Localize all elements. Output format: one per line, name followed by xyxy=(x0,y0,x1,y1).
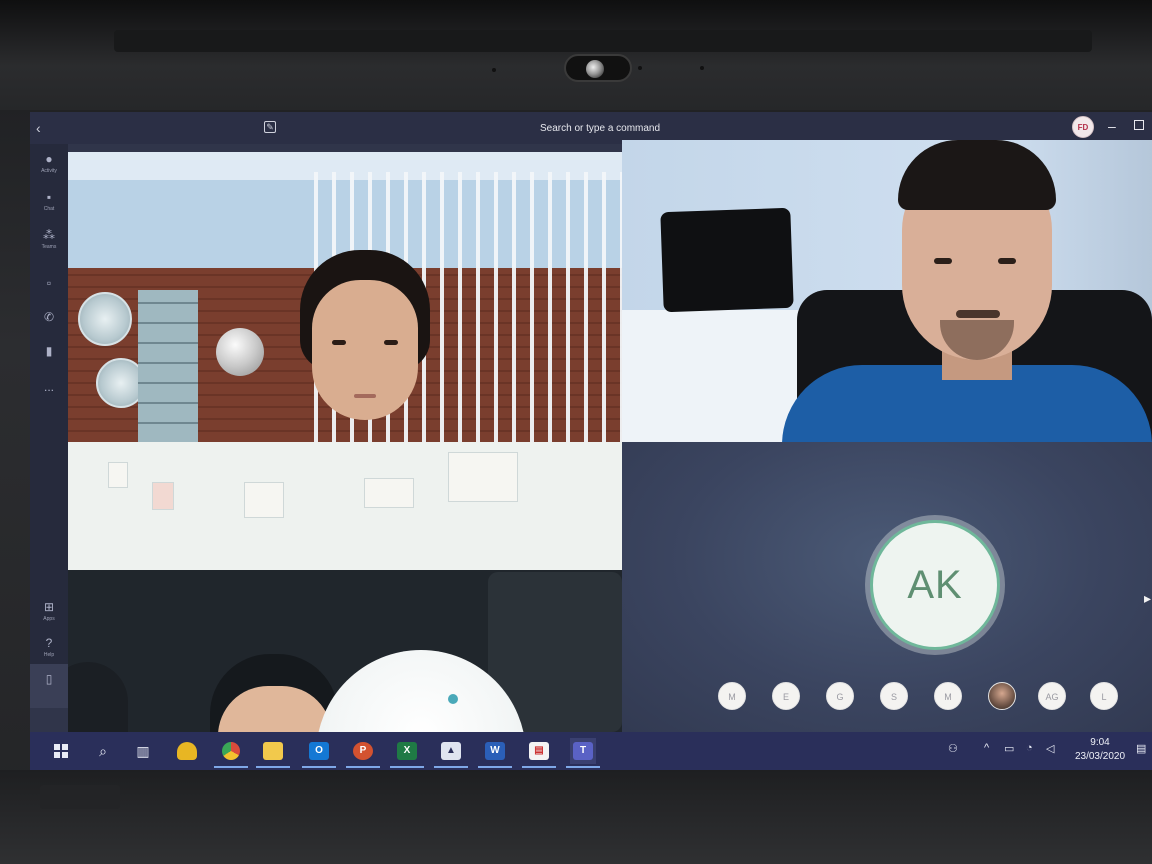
sensor-dot xyxy=(638,66,642,70)
file-explorer-icon[interactable] xyxy=(260,738,286,764)
participant-face xyxy=(312,280,418,420)
task-view-icon[interactable]: ▥ xyxy=(130,738,156,764)
phone-icon: ✆ xyxy=(43,310,55,324)
scene-plate xyxy=(78,292,132,346)
scene-pillow xyxy=(660,207,794,313)
help-icon: ? xyxy=(45,636,53,650)
participant-eye xyxy=(332,340,346,345)
active-indicator xyxy=(434,766,468,768)
back-arrow-icon[interactable]: ‹ xyxy=(36,120,41,136)
participant-mustache xyxy=(956,310,1000,318)
scene-paper xyxy=(448,452,518,502)
laptop-logo xyxy=(40,785,120,809)
active-indicator xyxy=(478,766,512,768)
rail-item-teams[interactable]: ⁂ Teams xyxy=(30,220,68,264)
scene-disco-ball xyxy=(216,328,264,376)
participant-eye xyxy=(998,258,1016,264)
scene-glass-blocks xyxy=(138,290,198,442)
active-indicator xyxy=(302,766,336,768)
roster-avatar[interactable]: M xyxy=(718,682,746,710)
scene-paper xyxy=(108,462,128,488)
active-indicator xyxy=(566,766,600,768)
photos-icon[interactable]: ▲ xyxy=(438,738,464,764)
teams-icon[interactable]: T xyxy=(570,738,596,764)
phone-device-icon: ▯ xyxy=(45,672,53,686)
volume-icon[interactable]: ◁ xyxy=(1046,742,1054,755)
sensor-dot xyxy=(700,66,704,70)
chat-icon: ▪ xyxy=(46,190,52,204)
sensor-dot xyxy=(492,68,496,72)
clock-time: 9:04 xyxy=(1090,737,1110,748)
excel-icon[interactable]: X xyxy=(394,738,420,764)
roster-avatar[interactable]: S xyxy=(880,682,908,710)
participant-mouth xyxy=(354,394,376,398)
teams-icon: ⁂ xyxy=(43,228,55,242)
bell-icon: ● xyxy=(45,152,53,166)
roster-next-arrow-icon[interactable]: ▸ xyxy=(1144,590,1151,607)
search-command-box[interactable]: Search or type a command xyxy=(540,123,740,134)
app-rail: ● Activity ▪ Chat ⁂ Teams ▫ ✆ ▮ ... ⊞ Ap… xyxy=(30,144,68,708)
roster-avatar[interactable]: L xyxy=(1090,682,1118,710)
active-indicator xyxy=(390,766,424,768)
word-icon[interactable]: W xyxy=(482,738,508,764)
pdf-icon[interactable]: ▤ xyxy=(526,738,552,764)
screen: ‹ ✎ Search or type a command FD – ● Acti… xyxy=(30,112,1152,770)
clock-date: 23/03/2020 xyxy=(1074,751,1126,762)
notification-bell-icon[interactable] xyxy=(174,738,200,764)
minimize-icon[interactable]: – xyxy=(1108,118,1116,134)
participant-avatar: AK xyxy=(870,520,1000,650)
apps-icon: ⊞ xyxy=(43,600,55,614)
roster-avatar-photo[interactable] xyxy=(988,682,1016,710)
powerpoint-icon[interactable]: P xyxy=(350,738,376,764)
user-avatar[interactable]: FD xyxy=(1072,116,1094,138)
new-chat-icon[interactable]: ✎ xyxy=(264,121,276,133)
scene-plush-eye xyxy=(448,694,458,704)
rail-item-more[interactable]: ... xyxy=(30,372,68,416)
active-indicator xyxy=(256,766,290,768)
active-indicator xyxy=(214,766,248,768)
action-center-icon[interactable]: ▤ xyxy=(1136,742,1146,755)
more-icon: ... xyxy=(43,380,54,394)
laptop-bezel-bottom xyxy=(0,770,1152,864)
outlook-icon[interactable]: O xyxy=(306,738,332,764)
chrome-icon[interactable] xyxy=(218,738,244,764)
calendar-icon: ▫ xyxy=(46,276,52,290)
roster-avatar[interactable]: G xyxy=(826,682,854,710)
video-tile-participant-3[interactable] xyxy=(68,442,622,732)
roster-avatar[interactable]: E xyxy=(772,682,800,710)
participant-eye xyxy=(934,258,952,264)
rail-item-device[interactable]: ▯ xyxy=(30,664,68,708)
battery-icon[interactable]: ▭ xyxy=(1004,742,1014,755)
system-clock[interactable]: 9:04 23/03/2020 xyxy=(1070,736,1130,764)
chevron-up-icon[interactable]: ^ xyxy=(984,742,989,754)
active-indicator xyxy=(522,766,556,768)
laptop-bezel-top xyxy=(0,0,1152,110)
windows-taskbar: ⌕ ▥ O P X ▲ W ▤ T ⚇ ^ ▭ ◔ ◁ 9:04 23/03/2… xyxy=(30,732,1152,770)
video-tile-participant-1[interactable] xyxy=(68,152,622,442)
search-icon[interactable]: ⌕ xyxy=(90,738,116,764)
scene-paper xyxy=(364,478,414,508)
scene-paper xyxy=(152,482,174,510)
file-icon: ▮ xyxy=(45,344,53,358)
start-icon[interactable] xyxy=(48,738,74,764)
bezel-hinge xyxy=(114,30,1092,52)
laptop-photo: ‹ ✎ Search or type a command FD – ● Acti… xyxy=(0,0,1152,864)
participant-eye xyxy=(384,340,398,345)
wifi-icon[interactable]: ◔ xyxy=(1026,742,1033,754)
active-indicator xyxy=(346,766,380,768)
people-icon[interactable]: ⚇ xyxy=(948,742,958,755)
maximize-icon[interactable] xyxy=(1134,120,1144,130)
roster-avatar[interactable]: M xyxy=(934,682,962,710)
roster-avatar[interactable]: AG xyxy=(1038,682,1066,710)
scene-paper xyxy=(244,482,284,518)
webcam-lens xyxy=(586,60,604,78)
webcam-shutter xyxy=(564,54,632,82)
video-tile-participant-2[interactable] xyxy=(622,140,1152,442)
